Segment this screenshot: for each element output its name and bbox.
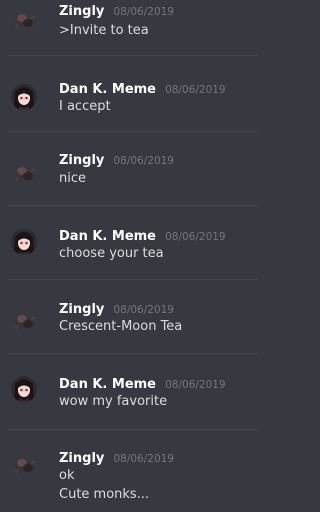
avatar[interactable] — [11, 451, 37, 477]
message-text: choose your tea — [59, 246, 164, 261]
chat-message-list: Zingly 08/06/2019 >Invite to tea Dan K. … — [0, 0, 266, 512]
message-divider — [8, 205, 258, 206]
avatar[interactable] — [11, 159, 37, 185]
message-text: ok — [59, 468, 75, 483]
message-divider — [8, 353, 258, 354]
avatar[interactable] — [11, 6, 37, 32]
dark-creature-icon — [11, 307, 37, 333]
author-name[interactable]: Dan K. Meme — [59, 377, 156, 392]
dark-creature-icon — [11, 451, 37, 477]
avatar[interactable] — [11, 84, 37, 110]
message-divider — [8, 131, 258, 132]
timestamp: 08/06/2019 — [113, 304, 174, 316]
anime-girl-icon — [11, 229, 37, 255]
timestamp: 08/06/2019 — [113, 155, 174, 167]
message-text: Crescent-Moon Tea — [59, 319, 183, 334]
message-text: Cute monks... — [59, 487, 150, 502]
timestamp: 08/06/2019 — [113, 6, 174, 18]
anime-girl-icon — [11, 84, 37, 110]
message-divider — [8, 279, 258, 280]
anime-girl-icon — [11, 376, 37, 402]
author-name[interactable]: Dan K. Meme — [59, 229, 156, 244]
timestamp: 08/06/2019 — [165, 84, 226, 96]
author-name[interactable]: Dan K. Meme — [59, 82, 156, 97]
timestamp: 08/06/2019 — [165, 379, 226, 391]
author-name[interactable]: Zingly — [59, 4, 104, 19]
message-text: wow my favorite — [59, 394, 168, 409]
author-name[interactable]: Zingly — [59, 153, 104, 168]
dark-creature-icon — [11, 6, 37, 32]
author-name[interactable]: Zingly — [59, 302, 104, 317]
message-text: nice — [59, 171, 86, 186]
timestamp: 08/06/2019 — [165, 231, 226, 243]
message-divider — [8, 55, 258, 56]
message-text: >Invite to tea — [59, 23, 149, 38]
avatar[interactable] — [11, 307, 37, 333]
timestamp: 08/06/2019 — [113, 453, 174, 465]
avatar[interactable] — [11, 376, 37, 402]
dark-creature-icon — [11, 159, 37, 185]
author-name[interactable]: Zingly — [59, 451, 104, 466]
avatar[interactable] — [11, 229, 37, 255]
message-text: I accept — [59, 99, 111, 114]
message-divider — [8, 429, 258, 430]
